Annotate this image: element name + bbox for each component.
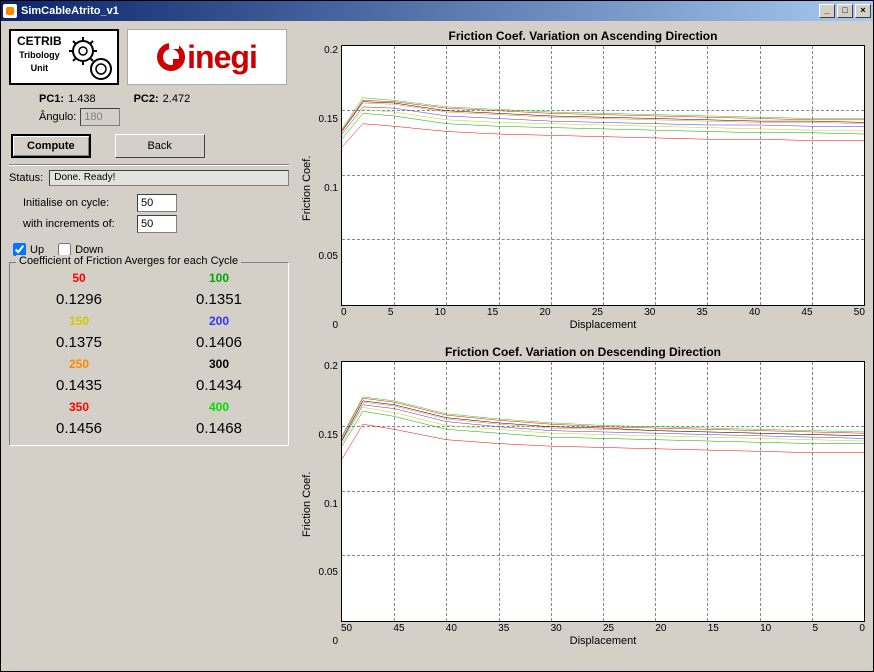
xtick: 50 <box>854 307 865 318</box>
xtick: 0 <box>341 307 347 318</box>
pc1-value: 1.438 <box>68 93 96 105</box>
ytick: 0 <box>313 636 338 647</box>
series-line <box>342 397 864 436</box>
increment-input[interactable] <box>137 215 177 233</box>
xtick: 5 <box>388 307 394 318</box>
ytick: 0.2 <box>313 45 338 56</box>
chart1-xlabel: Displacement <box>341 319 865 331</box>
series-line <box>342 107 864 134</box>
angle-label: Ângulo: <box>39 111 76 123</box>
gear-icon <box>69 37 113 81</box>
xtick: 0 <box>859 623 865 634</box>
series-line <box>342 411 864 446</box>
xtick: 10 <box>435 307 446 318</box>
cetrib-logo: CETRIBTribologyUnit <box>9 29 119 85</box>
pc2-value: 2.472 <box>163 93 191 105</box>
chart1-ylabel: Friction Coef. <box>301 45 313 331</box>
ytick: 0.15 <box>313 430 338 441</box>
series-line <box>342 98 864 129</box>
chart2-xlabel: Displacement <box>341 635 865 647</box>
minimize-button[interactable]: _ <box>819 4 835 18</box>
cycle-header: 50 <box>14 271 144 285</box>
series-line <box>342 124 864 147</box>
xtick: 5 <box>813 623 819 634</box>
cycle-header: 150 <box>14 314 144 328</box>
ytick: 0.2 <box>313 361 338 372</box>
cycle-value: 0.1456 <box>14 420 144 437</box>
xtick: 30 <box>644 307 655 318</box>
xtick: 25 <box>603 623 614 634</box>
status-label: Status: <box>9 172 43 184</box>
ytick: 0.05 <box>313 251 338 262</box>
xtick: 15 <box>708 623 719 634</box>
chart-descending: Friction Coef. Variation on Descending D… <box>301 345 865 647</box>
compute-button[interactable]: Compute <box>11 134 91 158</box>
app-icon <box>3 4 17 18</box>
titlebar[interactable]: SimCableAtrito_v1 _ □ × <box>1 1 873 21</box>
cycle-header: 350 <box>14 400 144 414</box>
cycle-header: 400 <box>154 400 284 414</box>
chart2-ylabel: Friction Coef. <box>301 361 313 647</box>
xtick: 40 <box>749 307 760 318</box>
series-line <box>342 398 864 437</box>
cycle-value: 0.1296 <box>14 291 144 308</box>
cycle-value: 0.1351 <box>154 291 284 308</box>
cycle-averages-group: Coefficient of Friction Averges for each… <box>9 262 289 446</box>
series-line <box>342 102 864 132</box>
xtick: 20 <box>539 307 550 318</box>
xtick: 30 <box>551 623 562 634</box>
xtick: 25 <box>592 307 603 318</box>
maximize-button[interactable]: □ <box>837 4 853 18</box>
controls-panel: CETRIBTribologyUnit <box>9 29 295 663</box>
cycle-value: 0.1435 <box>14 377 144 394</box>
pc2-label: PC2: <box>134 93 159 105</box>
cycle-header: 200 <box>154 314 284 328</box>
chart1-title: Friction Coef. Variation on Ascending Di… <box>301 29 865 43</box>
inegi-logo: inegi <box>127 29 287 85</box>
ytick: 0.15 <box>313 114 338 125</box>
xtick: 15 <box>487 307 498 318</box>
ytick: 0 <box>313 320 338 331</box>
close-button[interactable]: × <box>855 4 871 18</box>
xtick: 20 <box>655 623 666 634</box>
back-button[interactable]: Back <box>115 134 205 158</box>
cycle-header: 300 <box>154 357 284 371</box>
cycle-value: 0.1434 <box>154 377 284 394</box>
cycle-header: 250 <box>14 357 144 371</box>
charts-panel: Friction Coef. Variation on Ascending Di… <box>295 29 865 663</box>
cycle-value: 0.1468 <box>154 420 284 437</box>
angle-input <box>80 108 120 126</box>
pc1-label: PC1: <box>39 93 64 105</box>
xtick: 45 <box>801 307 812 318</box>
init-cycle-label: Initialise on cycle: <box>23 197 133 209</box>
xtick: 45 <box>393 623 404 634</box>
window-title: SimCableAtrito_v1 <box>21 5 119 17</box>
cycle-header: 100 <box>154 271 284 285</box>
chart2-title: Friction Coef. Variation on Descending D… <box>301 345 865 359</box>
chart-ascending: Friction Coef. Variation on Ascending Di… <box>301 29 865 331</box>
status-text: Done. Ready! <box>49 170 289 186</box>
series-line <box>342 401 864 440</box>
cycle-group-legend: Coefficient of Friction Averges for each… <box>16 255 241 267</box>
xtick: 40 <box>446 623 457 634</box>
ytick: 0.1 <box>313 499 338 510</box>
inegi-e-icon <box>157 43 185 71</box>
increment-label: with increments of: <box>23 218 133 230</box>
xtick: 10 <box>760 623 771 634</box>
cycle-value: 0.1375 <box>14 334 144 351</box>
app-window: SimCableAtrito_v1 _ □ × CETRIBTribologyU… <box>0 0 874 672</box>
ytick: 0.1 <box>313 183 338 194</box>
ytick: 0.05 <box>313 567 338 578</box>
xtick: 50 <box>341 623 352 634</box>
cycle-value: 0.1406 <box>154 334 284 351</box>
xtick: 35 <box>498 623 509 634</box>
init-cycle-input[interactable] <box>137 194 177 212</box>
xtick: 35 <box>697 307 708 318</box>
